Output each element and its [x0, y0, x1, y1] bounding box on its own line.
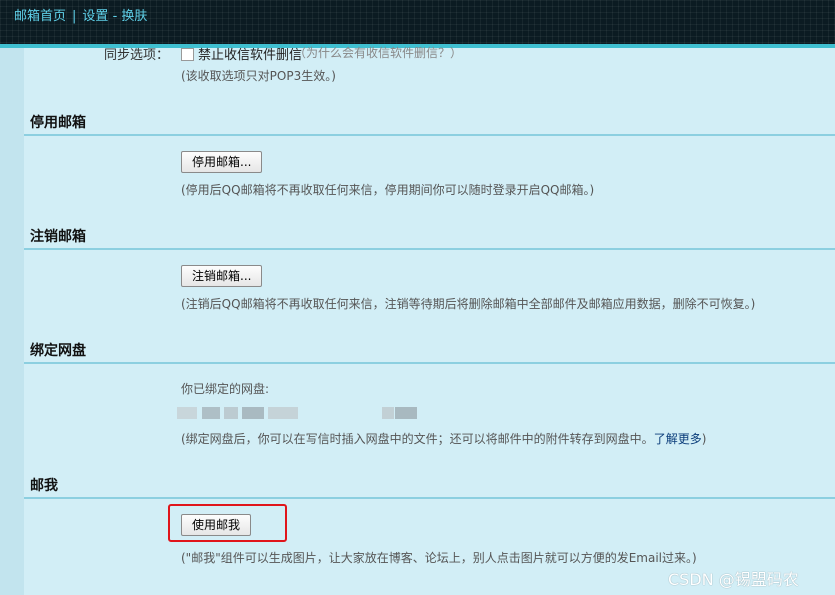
section-divider — [24, 248, 835, 250]
settings-link[interactable]: 设置 — [82, 9, 108, 24]
bound-netdisk-label: 你已绑定的网盘: — [181, 382, 270, 396]
link-separator: | — [72, 9, 77, 24]
topbar-links: 邮箱首页 | 设置 - 换肤 — [14, 5, 147, 24]
cancel-mailbox-note: (注销后QQ邮箱将不再收取任何来信，注销等待期后将删除邮箱中全部邮件及邮箱应用数… — [181, 297, 756, 311]
top-header: 邮箱首页 | 设置 - 换肤 — [0, 0, 835, 44]
learn-more-link[interactable]: 了解更多 — [654, 432, 702, 446]
mail-home-link[interactable]: 邮箱首页 — [14, 9, 66, 24]
section-divider — [24, 362, 835, 364]
note-close-paren: ) — [701, 432, 707, 446]
left-pane — [0, 48, 24, 595]
dash-separator: - — [112, 9, 118, 24]
pop3-note: (该收取选项只对POP3生效。) — [181, 69, 336, 83]
cancel-mailbox-title: 注销邮箱 — [30, 229, 86, 245]
watermark: CSDN @锡盟码农 — [668, 570, 799, 589]
bind-netdisk-title: 绑定网盘 — [30, 343, 86, 359]
disable-delete-hint[interactable]: （为什么会有收信软件删信？） — [294, 44, 462, 61]
mailme-title: 邮我 — [30, 478, 58, 494]
bind-netdisk-note-text: (绑定网盘后，你可以在写信时插入网盘中的文件；还可以将邮件中的附件转存到网盘中。 — [181, 432, 654, 446]
settings-content: 同步选项： 禁止收信软件删信 （为什么会有收信软件删信？） (该收取选项只对PO… — [24, 46, 835, 595]
skin-link[interactable]: 换肤 — [121, 9, 147, 24]
mailme-note: ("邮我"组件可以生成图片，让大家放在博客、论坛上，别人点击图片就可以方便的发E… — [181, 551, 697, 565]
cancel-mailbox-button[interactable]: 注销邮箱... — [181, 265, 263, 287]
sync-options-label: 同步选项： — [104, 48, 170, 63]
disable-mailbox-button[interactable]: 停用邮箱... — [181, 151, 263, 173]
disable-mailbox-title: 停用邮箱 — [30, 115, 86, 131]
disable-mailbox-note: (停用后QQ邮箱将不再收取任何来信，停用期间你可以随时登录开启QQ邮箱。) — [181, 183, 595, 197]
section-divider — [24, 134, 835, 136]
disable-delete-label: 禁止收信软件删信 — [198, 48, 303, 63]
section-divider — [24, 497, 835, 499]
bind-netdisk-note: (绑定网盘后，你可以在写信时插入网盘中的文件；还可以将邮件中的附件转存到网盘中。… — [181, 430, 706, 447]
disable-delete-checkbox[interactable] — [181, 48, 194, 61]
highlight-box — [168, 504, 287, 542]
